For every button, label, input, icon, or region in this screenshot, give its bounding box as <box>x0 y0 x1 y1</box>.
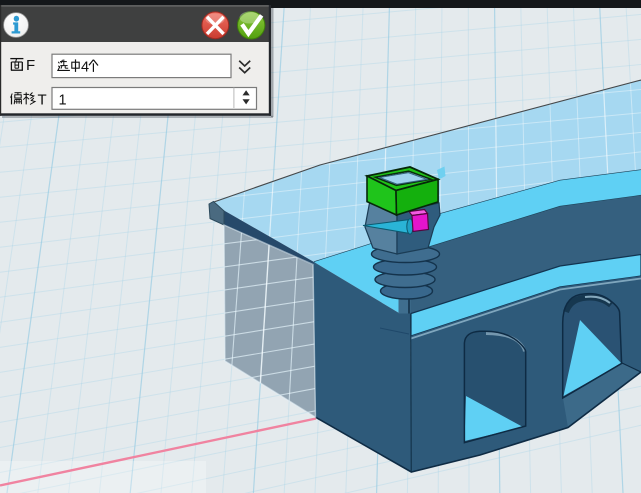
svg-text:F: F <box>26 57 35 74</box>
svg-text:4: 4 <box>81 59 89 75</box>
svg-text:T: T <box>38 91 47 108</box>
svg-text:1: 1 <box>59 92 67 108</box>
